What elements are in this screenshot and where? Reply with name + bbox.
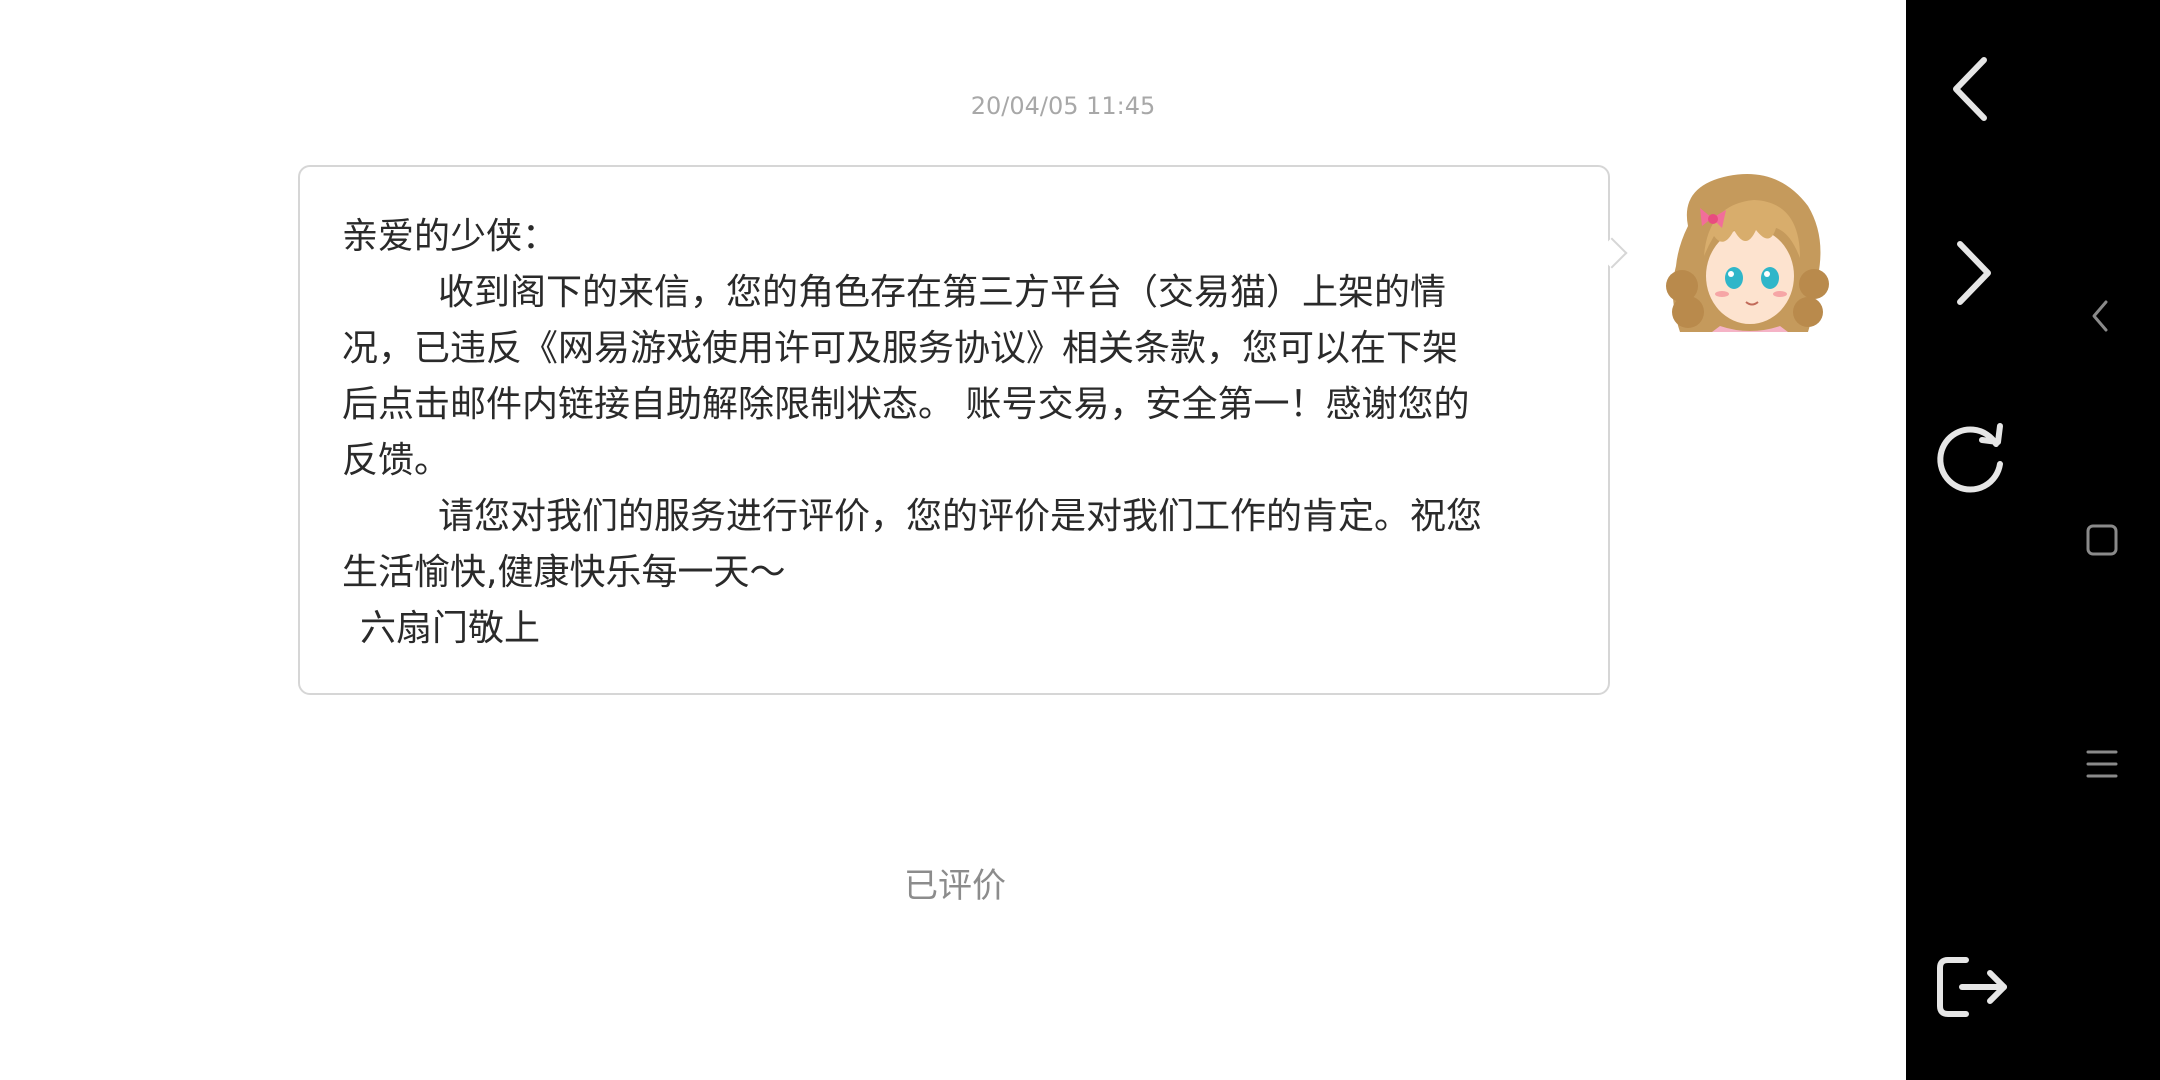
signature-text: 六扇门敬上 [360,608,541,649]
system-menu-icon [2086,750,2118,778]
avatar-illustration [1666,174,1829,332]
message-greeting: 亲爱的少侠： [342,216,559,257]
system-home-icon [2086,524,2118,556]
message-line-text: 请您对我们的服务进行评价，您的评价是对我们工作的肯定。祝您 [438,496,1483,537]
chat-area: 20/04/05 11:45 亲爱的少侠： 收到阁下的来信，您的角色存在第三方平… [0,0,1906,1080]
back-button[interactable] [1936,48,2008,130]
message-bubble: 亲爱的少侠： 收到阁下的来信，您的角色存在第三方平台（交易猫）上架的情 况，已违… [298,165,1610,695]
message-line: 生活愉快,健康快乐每一天～ [342,552,786,593]
message-line: 请您对我们的服务进行评价，您的评价是对我们工作的肯定。祝您 [342,489,1568,545]
rated-status: 已评价 [904,866,1006,906]
refresh-button[interactable] [1930,418,2014,498]
message-line: 况，已违反《网易游戏使用许可及服务协议》相关条款，您可以在下架 [342,328,1459,369]
side-navigation-bar [1906,0,2160,1080]
screen: 20/04/05 11:45 亲爱的少侠： 收到阁下的来信，您的角色存在第三方平… [0,0,2160,1080]
message-line: 后点击邮件内链接自助解除限制状态。 账号交易，安全第一！感谢您的 [342,384,1470,425]
message-line: 反馈。 [342,440,451,481]
avatar [1658,166,1830,332]
system-home-button[interactable] [2078,518,2126,562]
refresh-icon [1937,423,2003,493]
exit-icon [1937,957,2007,1017]
system-back-button[interactable] [2078,296,2126,336]
chevron-right-icon [1957,241,1991,305]
message-signature: 六扇门敬上 [342,601,1568,657]
message-line: 收到阁下的来信，您的角色存在第三方平台（交易猫）上架的情 [342,265,1568,321]
message-line-text: 收到阁下的来信，您的角色存在第三方平台（交易猫）上架的情 [438,272,1447,313]
forward-button[interactable] [1936,232,2008,314]
system-menu-button[interactable] [2078,744,2126,784]
exit-button[interactable] [1932,950,2014,1024]
chevron-left-icon [1953,57,1987,121]
message-timestamp: 20/04/05 11:45 [970,92,1156,120]
system-back-icon [2092,300,2108,332]
